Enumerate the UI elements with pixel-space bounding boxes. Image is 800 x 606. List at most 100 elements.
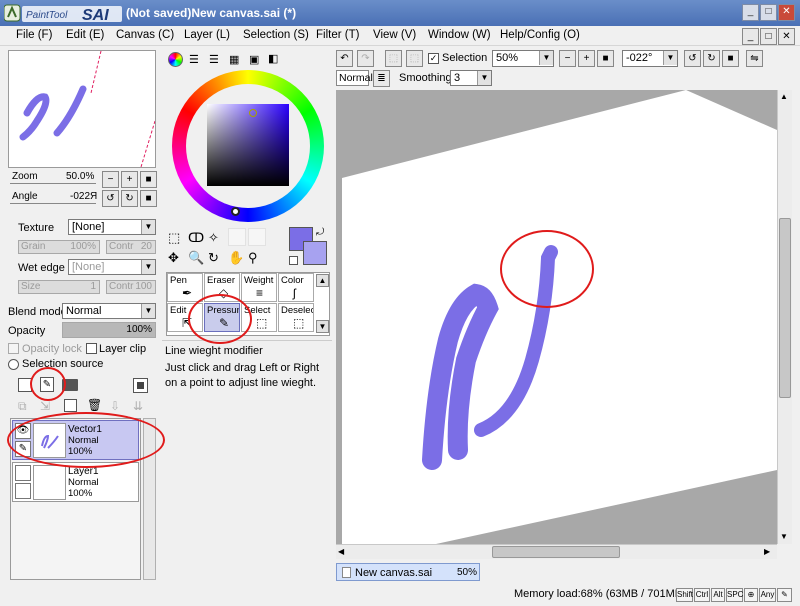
menu-layer[interactable]: Layer (L) bbox=[184, 29, 230, 41]
toolbar-rotate-reset-button[interactable]: ■ bbox=[722, 50, 739, 67]
blend-mode-select[interactable]: Normal ▼ bbox=[62, 303, 156, 319]
move-layer-icon[interactable]: ⇲ bbox=[40, 399, 50, 413]
copy-layer-icon[interactable]: ⧉ bbox=[18, 399, 27, 414]
layer-thumbnail bbox=[33, 465, 66, 500]
horizontal-scroll-thumb[interactable] bbox=[492, 546, 620, 558]
menu-selection[interactable]: Selection (S) bbox=[243, 29, 309, 41]
contrast-bar[interactable]: Contr 20 bbox=[106, 240, 156, 254]
grain-bar[interactable]: Grain 100% bbox=[18, 240, 100, 254]
weight-icon: ≡ bbox=[256, 286, 264, 300]
canvas-drawing[interactable] bbox=[336, 90, 777, 544]
menu-filter[interactable]: Filter (T) bbox=[316, 29, 359, 41]
doc-minimize-button[interactable]: _ bbox=[742, 28, 759, 45]
tool-weight[interactable]: Weight ≡ bbox=[241, 273, 277, 302]
color-wheel-mode-icon[interactable] bbox=[168, 52, 183, 67]
doc-close-button[interactable]: ✕ bbox=[778, 28, 795, 45]
eyedropper-icon[interactable]: ⚲ bbox=[248, 248, 258, 267]
canvas-viewport[interactable] bbox=[336, 90, 777, 544]
toolbar-zoom-out-button[interactable]: − bbox=[559, 50, 576, 67]
palette-scroll-up-icon[interactable]: ▲ bbox=[316, 274, 329, 287]
delete-layer-icon[interactable]: 🗑 bbox=[87, 398, 102, 412]
hsv-sliders-icon[interactable]: ☰ bbox=[209, 53, 219, 66]
zoom-reset-button[interactable]: ■ bbox=[140, 171, 157, 188]
deselect-all-button[interactable]: ⬚ bbox=[385, 50, 402, 67]
hand-icon[interactable]: ✋ bbox=[228, 248, 244, 267]
scroll-right-icon[interactable]: ▶ bbox=[764, 547, 770, 556]
wet-edge-label: Wet edge bbox=[18, 262, 65, 274]
opacity-bar[interactable]: 100% bbox=[62, 322, 156, 338]
zoom-in-button[interactable]: + bbox=[121, 171, 138, 188]
rotate-icon[interactable]: ↻ bbox=[208, 248, 219, 267]
contrast2-bar[interactable]: Contr 100 bbox=[106, 280, 156, 294]
toolbar-zoom-reset-button[interactable]: ■ bbox=[597, 50, 614, 67]
menu-edit[interactable]: Edit (E) bbox=[66, 29, 104, 41]
angle-select[interactable]: -022° ▼ bbox=[622, 50, 678, 67]
toolbar-zoom-in-button[interactable]: + bbox=[578, 50, 595, 67]
vertical-scroll-thumb[interactable] bbox=[779, 218, 791, 398]
angle-slider[interactable] bbox=[10, 203, 96, 207]
document-tab[interactable]: New canvas.sai 50% bbox=[336, 563, 480, 581]
rect-select-icon[interactable]: ⬚ bbox=[168, 228, 180, 247]
smoothing-select[interactable]: 3 ▼ bbox=[450, 70, 492, 86]
scroll-left-icon[interactable]: ◀ bbox=[338, 547, 344, 556]
toolbar-rotate-right-button[interactable]: ↻ bbox=[703, 50, 720, 67]
zoom-select[interactable]: 50% ▼ bbox=[492, 50, 554, 67]
canvas-horizontal-scrollbar[interactable]: ◀ ▶ bbox=[336, 544, 777, 559]
tool-pen[interactable]: Pen ✒ bbox=[167, 273, 203, 302]
zoom-icon[interactable]: 🔍 bbox=[188, 248, 204, 267]
selection-source-radio[interactable] bbox=[8, 359, 19, 370]
invert-selection-button[interactable]: ⬚ bbox=[406, 50, 423, 67]
merge-down-icon[interactable]: ⇩ bbox=[110, 399, 120, 413]
menu-help[interactable]: Help/Config (O) bbox=[500, 29, 580, 41]
zoom-slider[interactable] bbox=[10, 183, 96, 187]
magic-wand-icon[interactable]: ✧ bbox=[208, 228, 219, 247]
menu-file[interactable]: File (F) bbox=[16, 29, 52, 41]
selection-checkbox[interactable]: ✓ bbox=[428, 53, 439, 64]
scroll-up-icon[interactable]: ▲ bbox=[780, 92, 788, 101]
canvas-vertical-scrollbar[interactable]: ▲ ▼ bbox=[777, 90, 792, 544]
redo-button[interactable]: ↷ bbox=[357, 50, 374, 67]
transparent-color-icon[interactable] bbox=[289, 256, 298, 265]
menu-canvas[interactable]: Canvas (C) bbox=[116, 29, 174, 41]
swap-colors-icon[interactable]: ⤾ bbox=[316, 227, 324, 238]
zoom-out-button[interactable]: − bbox=[102, 171, 119, 188]
navigator-preview[interactable] bbox=[8, 50, 156, 168]
tool-deselect[interactable]: Deselect⬚ bbox=[278, 303, 314, 332]
move-icon[interactable]: ✥ bbox=[168, 248, 179, 267]
secondary-color-swatch[interactable] bbox=[303, 241, 327, 265]
stabilizer-icon[interactable]: ≣ bbox=[373, 70, 390, 87]
texture-select[interactable]: [None] ▼ bbox=[68, 219, 156, 235]
rotate-left-button[interactable]: ↺ bbox=[102, 190, 119, 207]
canvas-mode-box[interactable]: Normal bbox=[336, 70, 373, 86]
toolbar-rotate-left-button[interactable]: ↺ bbox=[684, 50, 701, 67]
rotate-reset-button[interactable]: ■ bbox=[140, 190, 157, 207]
swatches-icon[interactable]: ▦ bbox=[229, 53, 239, 66]
clear-layer-icon[interactable] bbox=[64, 399, 77, 412]
size-bar[interactable]: Size 1 bbox=[18, 280, 100, 294]
maximize-button[interactable]: □ bbox=[760, 4, 777, 21]
minimize-button[interactable]: _ bbox=[742, 4, 759, 21]
scroll-down-icon[interactable]: ▼ bbox=[780, 532, 788, 541]
rgb-sliders-icon[interactable]: ☰ bbox=[189, 53, 199, 66]
layer-row-layer1[interactable]: Layer1 Normal 100% bbox=[12, 462, 139, 502]
opacity-lock-checkbox[interactable] bbox=[8, 343, 19, 354]
doc-restore-button[interactable]: □ bbox=[760, 28, 777, 45]
visibility-box-icon[interactable] bbox=[15, 465, 31, 481]
close-button[interactable]: ✕ bbox=[778, 4, 795, 21]
layer-mask-icon[interactable] bbox=[133, 378, 148, 393]
rotate-right-button[interactable]: ↻ bbox=[121, 190, 138, 207]
wet-edge-select[interactable]: [None] ▼ bbox=[68, 259, 156, 275]
flip-button[interactable]: ⇋ bbox=[746, 50, 763, 67]
undo-button[interactable]: ↶ bbox=[336, 50, 353, 67]
merge-visible-icon[interactable]: ⇊ bbox=[133, 399, 143, 413]
user-colors-icon[interactable]: ◧ bbox=[268, 52, 278, 65]
lasso-icon[interactable]: ↀ bbox=[188, 228, 204, 247]
annotation-circle-layer bbox=[7, 412, 165, 468]
palette-scroll-down-icon[interactable]: ▼ bbox=[316, 320, 329, 333]
saturation-value-square[interactable] bbox=[207, 104, 289, 186]
tool-color[interactable]: Color ʃ bbox=[278, 273, 314, 302]
layer-clip-checkbox[interactable] bbox=[86, 343, 97, 354]
menu-view[interactable]: View (V) bbox=[373, 29, 416, 41]
menu-window[interactable]: Window (W) bbox=[428, 29, 491, 41]
scratchpad-icon[interactable]: ▣ bbox=[249, 53, 259, 66]
